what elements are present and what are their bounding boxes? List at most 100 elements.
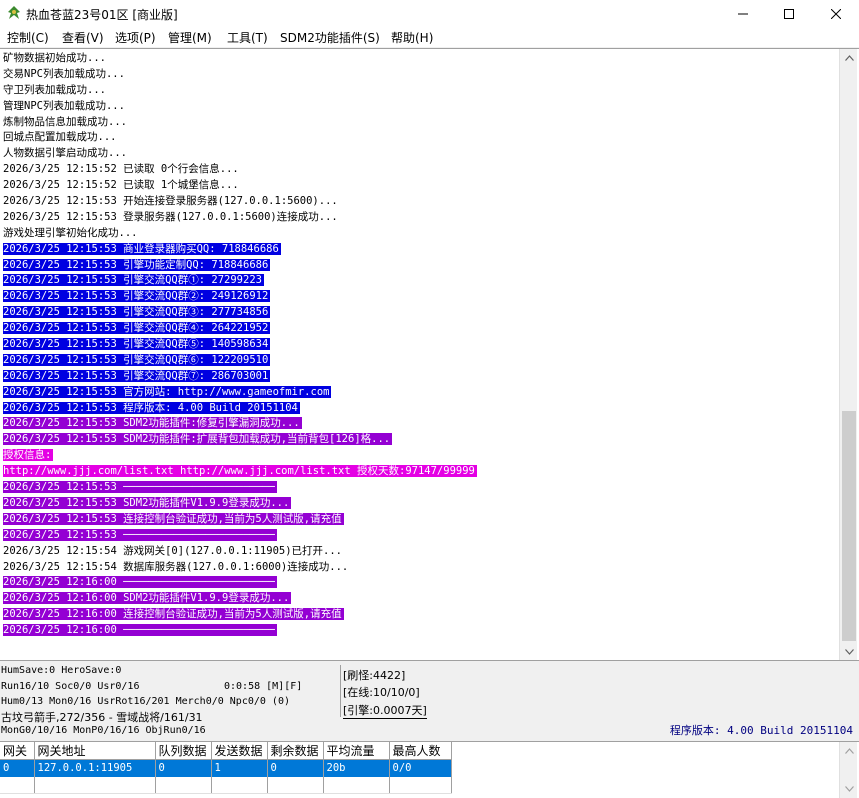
log-line-text: 游戏处理引擎初始化成功... (3, 226, 138, 239)
log-line: 2026/3/25 12:15:53 引擎交流QQ群①: 27299223 (3, 273, 833, 289)
status-panel: HumSave:0 HeroSave:0 Run16/10 Soc0/0 Usr… (0, 662, 859, 740)
log-line-text: 2026/3/25 12:15:53 ─────────────────────… (3, 481, 277, 494)
log-line-text: 2026/3/25 12:15:52 已读取 0个行会信息... (3, 163, 239, 176)
log-line-text: 回城点配置加载成功... (3, 131, 117, 144)
log-line-text: 2026/3/25 12:15:53 引擎交流QQ群③: 277734856 (3, 306, 271, 319)
log-line: 2026/3/25 12:15:52 已读取 0个行会信息... (3, 162, 833, 178)
log-line: 2026/3/25 12:15:53 商业登录器购买QQ: 718846686 (3, 242, 833, 258)
log-line: 2026/3/25 12:15:53 引擎交流QQ群④: 264221952 (3, 321, 833, 337)
status-run: Run16/10 Soc0/0 Usr0/16 (1, 681, 140, 692)
log-line-text: 人物数据引擎启动成功... (3, 147, 127, 160)
log-line: 2026/3/25 12:16:00 SDM2功能插件V1.9.9登录成功... (3, 591, 833, 607)
table-row[interactable]: 0 127.0.0.1:11905 0 1 0 20b 0/0 (0, 759, 452, 777)
log-line: 2026/3/25 12:15:52 已读取 1个城堡信息... (3, 178, 833, 194)
status-monster: 古坟弓箭手,272/356 - 雪域战将/161/31 (1, 711, 203, 724)
log-line: 2026/3/25 12:15:53 程序版本: 4.00 Build 2015… (3, 401, 833, 417)
log-line-text: 2026/3/25 12:16:00 连接控制台验证成功,当前为5人测试版,请充… (3, 608, 344, 621)
window-title: 热血苍蓝23号01区 [商业版] (26, 8, 178, 22)
table-row-empty (0, 776, 452, 794)
log-line-text: 2026/3/25 12:15:53 引擎交流QQ群⑤: 140598634 (3, 338, 271, 351)
menu-view[interactable]: 查看(V) (62, 29, 104, 46)
log-line: 2026/3/25 12:15:53 登录服务器(127.0.0.1:5600)… (3, 210, 833, 226)
log-line-text: 2026/3/25 12:15:53 引擎交流QQ群⑦: 286703001 (3, 369, 271, 382)
log-line-text: 交易NPC列表加载成功... (3, 67, 125, 80)
chevron-down-icon (844, 648, 854, 655)
chevron-up-icon (844, 747, 854, 754)
menu-options[interactable]: 选项(P) (115, 29, 156, 46)
log-panel[interactable]: 矿物数据初始成功... 交易NPC列表加载成功... 守卫列表加载成功... 管理NP… (0, 48, 859, 661)
log-line-text: 2026/3/25 12:15:53 SDM2功能插件:扩展背包加载成功,当前背… (3, 433, 393, 446)
log-line-text: 2026/3/25 12:16:00 SDM2功能插件V1.9.9登录成功... (3, 592, 292, 605)
cell-address: 127.0.0.1:11905 (34, 759, 156, 777)
scroll-up-button[interactable] (840, 49, 858, 66)
log-line-text: 2026/3/25 12:15:54 游戏网关[0](127.0.0.1:119… (3, 544, 343, 557)
log-line: 2026/3/25 12:15:53 ─────────────────────… (3, 528, 833, 544)
col-address[interactable]: 网关地址 (34, 742, 156, 760)
log-scrollbar[interactable] (839, 49, 857, 660)
menu-help[interactable]: 帮助(H) (391, 29, 433, 46)
gateway-scroll-up[interactable] (840, 742, 858, 759)
col-queue[interactable]: 队列数据 (155, 742, 212, 760)
gateway-header-row: 网关 网关地址 队列数据 发送数据 剩余数据 平均流量 最高人数 (0, 742, 452, 760)
log-line: 交易NPC列表加载成功... (3, 67, 833, 83)
status-refresh: [刷怪:4422] (343, 669, 406, 682)
log-line: 回城点配置加载成功... (3, 130, 833, 146)
cell-sent: 1 (211, 759, 268, 777)
log-line: 2026/3/25 12:15:53 引擎交流QQ群②: 249126912 (3, 289, 833, 305)
status-online: [在线:10/10/0] (343, 686, 420, 699)
col-max-users[interactable]: 最高人数 (389, 742, 452, 760)
gateway-panel: 网关 网关地址 队列数据 发送数据 剩余数据 平均流量 最高人数 0 127.0… (0, 741, 859, 798)
menu-control[interactable]: 控制(C) (7, 29, 49, 46)
maximize-icon (784, 9, 794, 19)
log-line-text: 2026/3/25 12:15:54 数据库服务器(127.0.0.1:6000… (3, 560, 349, 573)
col-remaining[interactable]: 剩余数据 (267, 742, 324, 760)
log-line: 2026/3/25 12:15:53 SDM2功能插件V1.9.9登录成功... (3, 496, 833, 512)
status-time: 0:0:58 [M][F] (224, 681, 303, 692)
log-line: 管理NPC列表加载成功... (3, 99, 833, 115)
maximize-button[interactable] (766, 0, 812, 28)
log-line-text: 2026/3/25 12:16:00 ─────────────────────… (3, 624, 277, 637)
log-line-text: 2026/3/25 12:15:53 ─────────────────────… (3, 528, 277, 541)
log-line-text: 2026/3/25 12:15:53 官方网站: http://www.game… (3, 385, 332, 398)
cell-gateway: 0 (0, 759, 35, 777)
gateway-scrollbar[interactable] (839, 742, 857, 798)
col-sent[interactable]: 发送数据 (211, 742, 268, 760)
menu-manage[interactable]: 管理(M) (168, 29, 212, 46)
col-gateway[interactable]: 网关 (0, 742, 35, 760)
log-line: 炼制物品信息加载成功... (3, 115, 833, 131)
minimize-button[interactable] (720, 0, 766, 28)
col-traffic[interactable]: 平均流量 (323, 742, 390, 760)
log-line-text: 守卫列表加载成功... (3, 83, 106, 96)
minimize-icon (738, 13, 748, 15)
close-button[interactable] (813, 0, 859, 28)
cell-traffic: 20b (323, 759, 390, 777)
gateway-table: 网关 网关地址 队列数据 发送数据 剩余数据 平均流量 最高人数 0 127.0… (0, 742, 452, 794)
log-line: 矿物数据初始成功... (3, 51, 833, 67)
cell-queue: 0 (155, 759, 212, 777)
log-line-text: 2026/3/25 12:15:53 连接控制台验证成功,当前为5人测试版,请充… (3, 512, 344, 525)
log-line: 守卫列表加载成功... (3, 83, 833, 99)
log-line: http://www.jjj.com/list.txt http://www.j… (3, 464, 833, 480)
gateway-scroll-down[interactable] (840, 780, 858, 797)
scroll-down-button[interactable] (840, 643, 858, 660)
log-line: 2026/3/25 12:15:53 连接控制台验证成功,当前为5人测试版,请充… (3, 512, 833, 528)
log-line: 2026/3/25 12:15:53 SDM2功能插件:扩展背包加载成功,当前背… (3, 432, 833, 448)
log-line: 2026/3/25 12:15:53 SDM2功能插件:修复引擎漏洞成功... (3, 416, 833, 432)
log-line: 2026/3/25 12:16:00 ─────────────────────… (3, 623, 833, 639)
menu-sdm2-plugin[interactable]: SDM2功能插件(S) (280, 29, 380, 46)
log-lines: 矿物数据初始成功... 交易NPC列表加载成功... 守卫列表加载成功... 管理NP… (3, 51, 833, 639)
log-line: 授权信息: (3, 448, 833, 464)
status-version: 程序版本: 4.00 Build 20151104 (669, 724, 853, 737)
menu-bar: 控制(C) 查看(V) 选项(P) 管理(M) 工具(T) SDM2功能插件(S… (0, 27, 859, 47)
chevron-up-icon (844, 54, 854, 61)
log-line-text: 2026/3/25 12:15:53 SDM2功能插件:修复引擎漏洞成功... (3, 417, 302, 430)
log-line-text: 管理NPC列表加载成功... (3, 99, 125, 112)
log-line-text: 2026/3/25 12:15:53 引擎交流QQ群④: 264221952 (3, 322, 271, 335)
log-line-text: 2026/3/25 12:15:53 引擎功能定制QQ: 718846686 (3, 258, 271, 271)
log-line-text: 矿物数据初始成功... (3, 52, 106, 64)
status-engine: [引擎:0.0007天] (343, 704, 427, 719)
log-line: 2026/3/25 12:16:00 ─────────────────────… (3, 575, 833, 591)
log-line: 人物数据引擎启动成功... (3, 146, 833, 162)
menu-tools[interactable]: 工具(T) (227, 29, 268, 46)
scroll-thumb[interactable] (842, 411, 856, 641)
